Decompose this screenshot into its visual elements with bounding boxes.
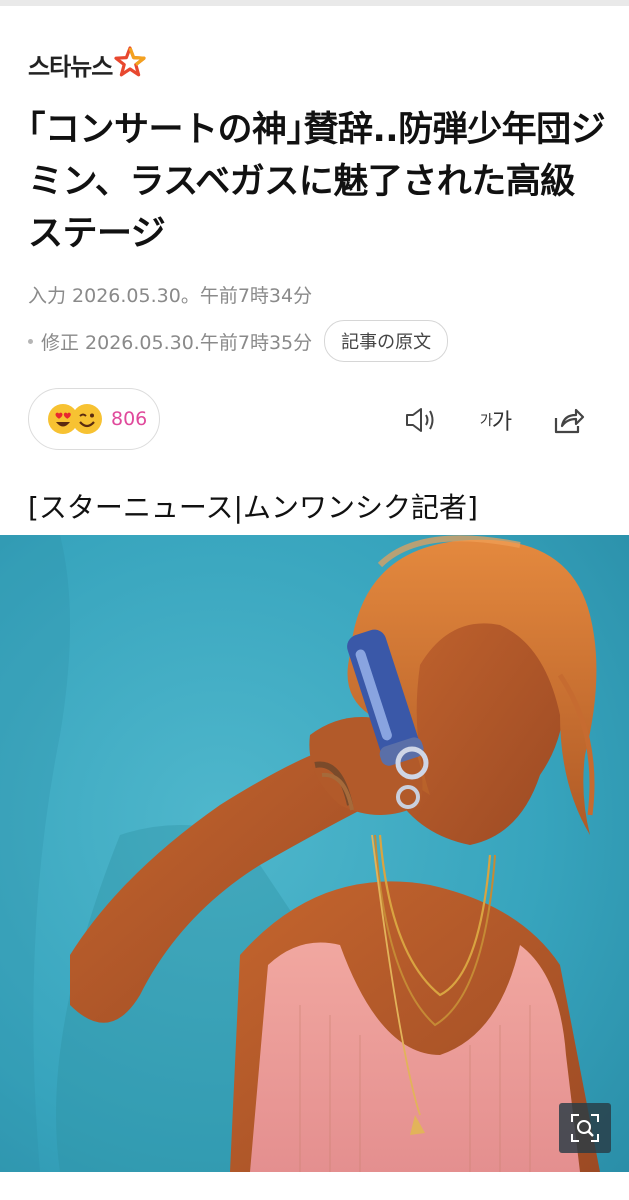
font-size-big: 가 bbox=[491, 410, 513, 435]
font-size-button[interactable]: 가 가 bbox=[470, 400, 522, 440]
site-logo[interactable]: 스타뉴스 bbox=[28, 44, 147, 84]
modified-date: 修正 2026.05.30.午前7時35分 bbox=[41, 331, 313, 354]
original-article-button[interactable]: 記事の原文 bbox=[324, 320, 449, 362]
share-icon bbox=[554, 408, 585, 434]
photo-zoom-button[interactable] bbox=[559, 1103, 611, 1153]
zoom-search-icon bbox=[571, 1114, 599, 1142]
speaker-icon bbox=[406, 408, 434, 432]
concert-photo-illustration bbox=[0, 535, 629, 1172]
article-photo[interactable] bbox=[0, 535, 629, 1172]
reaction-emojis bbox=[47, 403, 103, 435]
article-headline: ｢コンサートの神｣賛辞..防弾少年団ジミン、ラスベガスに魅了された高級ステージ bbox=[28, 110, 606, 254]
wink-emoji-icon bbox=[72, 404, 102, 434]
logo-star-icon bbox=[114, 46, 146, 77]
article-byline: [スターニュース|ムンワンシク記者] bbox=[28, 491, 478, 524]
reaction-button[interactable]: 806 bbox=[28, 388, 160, 450]
input-date: 入力 2026.05.30。午前7時34分 bbox=[28, 285, 313, 307]
listen-button[interactable] bbox=[400, 400, 442, 440]
logo-text: 스타뉴스 bbox=[28, 52, 113, 81]
reaction-count: 806 bbox=[111, 408, 148, 430]
modified-date-row: 修正 2026.05.30.午前7時35分 記事の原文 bbox=[28, 320, 449, 362]
top-status-strip bbox=[0, 0, 629, 6]
share-button[interactable] bbox=[548, 400, 590, 440]
bullet-dot bbox=[28, 338, 33, 344]
